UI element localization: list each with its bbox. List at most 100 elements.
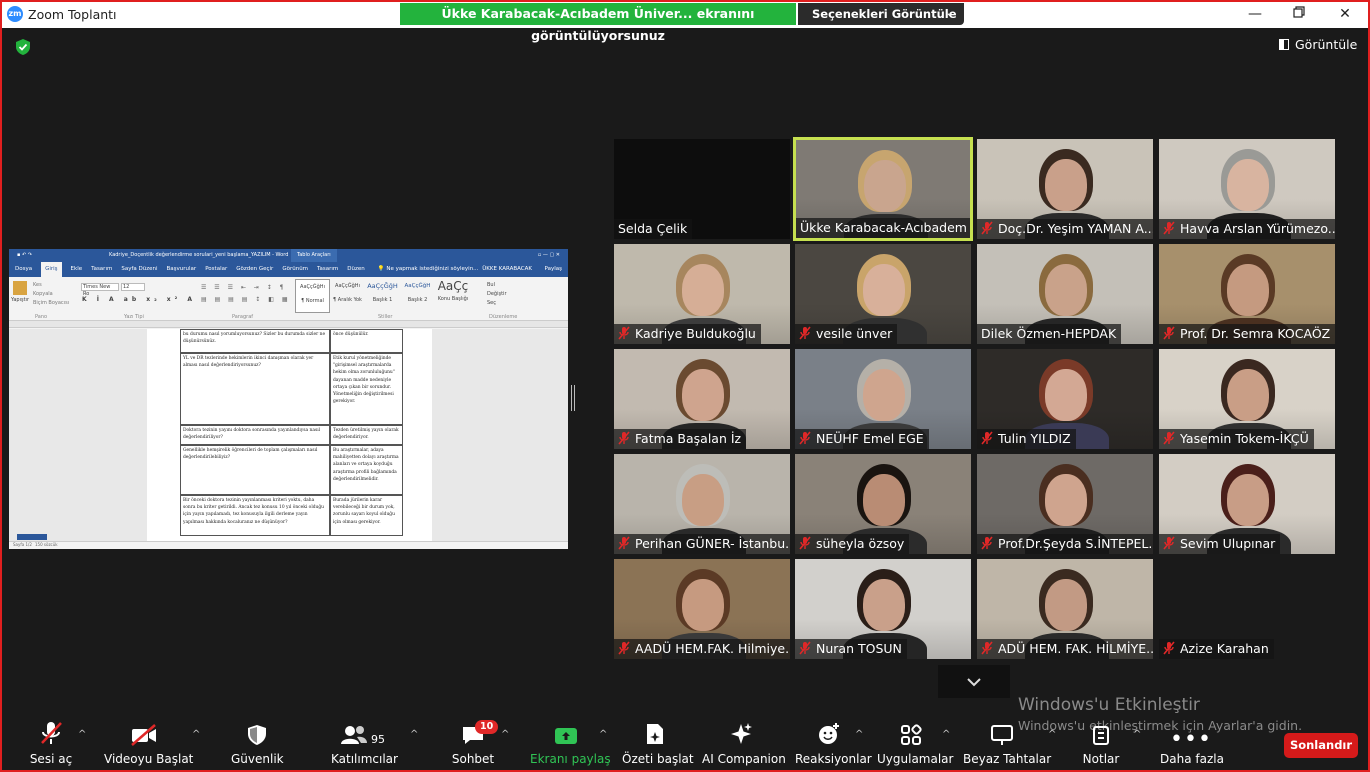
reactions-options-caret[interactable]: ^ [855,729,863,740]
font-size-select[interactable]: 12 [121,283,145,291]
participant-tile[interactable]: Doç.Dr. Yeşim YAMAN A... [977,139,1153,239]
more-button[interactable]: ••• Daha fazla [1160,718,1224,767]
view-options-dropdown[interactable]: Seçenekleri Görüntüle ⌄ [798,3,964,25]
tab-gorunum[interactable]: Görünüm [282,262,308,277]
tell-me-box[interactable]: 💡 Ne yapmak istediğinizi söyleyin... [378,262,479,277]
word-ruler [9,321,568,328]
whiteboards-options-caret[interactable]: ^ [1048,729,1056,740]
participants-button[interactable]: 95 Katılımcılar [331,718,398,766]
participant-tile[interactable]: Ükke Karabacak-Acıbadem ... [793,137,973,241]
chat-options-caret[interactable]: ^ [501,729,509,740]
participant-tile[interactable]: Prof. Dr. Semra KOCAÖZ [1159,244,1335,344]
paragraph-buttons[interactable]: ☰ ☰ ☰ ⇤ ⇥ ↕ ¶ [201,284,286,291]
encryption-shield-icon[interactable] [15,38,31,56]
whiteboards-button[interactable]: Beyaz Tahtalar [963,718,1051,766]
participants-options-caret[interactable]: ^ [410,729,418,740]
participant-tile[interactable]: Kadriye Buldukoğlu [614,244,790,344]
tab-giris[interactable]: Giriş [41,262,62,277]
muted-microphone-icon [618,326,630,340]
security-button[interactable]: Güvenlik [231,718,284,766]
participant-tile[interactable]: vesile ünver [795,244,971,344]
participant-name: Havva Arslan Yürümezo... [1180,221,1335,236]
word-document-area[interactable]: bu durumu nasıl yorumluyorsunuz? Sizler … [9,329,568,541]
apps-button[interactable]: Uygulamalar [877,718,953,766]
share-screen-button[interactable]: Ekranı paylaş [530,718,611,766]
participant-tile[interactable]: Selda Çelik [614,139,790,239]
styles-gallery[interactable]: AaÇçĞğHı ¶ Normal AaÇçĞğHı ¶ Aralık Yok Aa… [295,279,471,313]
shared-screen[interactable]: ▪ ↶ ↷ Kadriye_Doçentlik değerlendirme so… [9,249,568,549]
alignment-buttons[interactable]: ▤ ▤ ▤ ▤ ↕ ◧ ▦ [201,296,290,303]
font-name-select[interactable]: Times New Ro [81,283,119,297]
paste-icon[interactable] [13,281,27,295]
participant-video-face [1045,369,1087,421]
participant-name: Perihan GÜNER- İstanbu... [635,536,790,551]
maximize-button[interactable] [1289,5,1309,23]
table-cell: Bu araştırmalar, adaya mahiliyetten dola… [330,445,403,495]
share-screen-icon [555,728,577,744]
table-cell: Doktora tezinin yayını doktora sonrasınd… [180,425,330,445]
participant-name-tag: Yasemin Tokem-İKÇÜ [1159,429,1314,449]
participant-tile[interactable]: AADÜ HEM.FAK. Hilmiye... [614,559,790,659]
video-options-caret[interactable]: ^ [192,729,200,740]
start-video-button[interactable]: Videoyu Başlat [104,718,193,766]
apps-options-caret[interactable]: ^ [942,729,950,740]
close-button[interactable]: ✕ [1335,5,1355,23]
tab-tasarim[interactable]: Tasarım [91,262,112,277]
participant-tile[interactable]: süheyla özsoy [795,454,971,554]
participant-video-face [682,264,724,316]
participant-tile[interactable]: ADÜ HEM. FAK. HİLMİYE... [977,559,1153,659]
notes-options-caret[interactable]: ^ [1133,729,1141,740]
word-page: bu durumu nasıl yorumluyorsunuz? Sizler … [147,329,432,541]
end-meeting-button[interactable]: Sonlandır [1284,733,1358,758]
participant-video-face [1227,159,1269,211]
collapse-gallery-button[interactable] [938,665,1010,698]
word-window-title: Kadriye_Doçentlik değerlendirme sorulari… [109,252,289,258]
style-title[interactable]: AaÇç Konu Başlığı [435,279,471,313]
style-no-spacing[interactable]: AaÇçĞğHı ¶ Aralık Yok [330,279,365,313]
split-view-handle[interactable] [571,385,575,411]
unmute-button[interactable]: Sesi aç [29,718,73,766]
participant-tile[interactable]: Prof.Dr.Şeyda S.İNTEPEL... [977,454,1153,554]
chevron-down-icon [967,678,981,687]
participant-name: Yasemin Tokem-İKÇÜ [1180,431,1309,446]
tab-duzen[interactable]: Düzen [347,262,364,277]
participant-tile[interactable]: Perihan GÜNER- İstanbu... [614,454,790,554]
start-summary-button[interactable]: Özeti başlat [622,718,694,766]
participant-tile[interactable]: Tulin YILDIZ [977,349,1153,449]
audio-options-caret[interactable]: ^ [78,729,86,740]
reactions-button[interactable]: Reaksiyonlar [795,718,872,766]
tab-sayfa-duzeni[interactable]: Sayfa Düzeni [121,262,157,277]
minimize-button[interactable]: — [1245,5,1265,23]
participant-tile[interactable]: NEÜHF Emel EGE [795,349,971,449]
participant-tile[interactable]: Havva Arslan Yürümezo... [1159,139,1335,239]
participant-video-face [863,264,905,316]
participant-tile[interactable]: Nuran TOSUN [795,559,971,659]
font-format-buttons[interactable]: K İ A ab x₂ x² A [82,296,196,303]
notes-button[interactable]: Notlar [1080,718,1122,766]
tab-gozden-gecir[interactable]: Gözden Geçir [236,262,273,277]
participant-tile[interactable]: Fatma Başalan İz [614,349,790,449]
tab-basvurular[interactable]: Başvurular [167,262,197,277]
start-summary-label: Özeti başlat [622,752,694,766]
ai-companion-button[interactable]: AI Companion [702,718,786,766]
muted-microphone-icon [1163,326,1175,340]
tab-tasarim-2[interactable]: Tasarım [317,262,338,277]
style-normal[interactable]: AaÇçĞğHı ¶ Normal [295,279,330,313]
participant-tile[interactable]: Sevim Ulupınar [1159,454,1335,554]
editing-group[interactable]: Bul Değiştir Seç [487,281,507,308]
participant-tile[interactable]: Dilek Özmen-HEPDAK [977,244,1153,344]
view-button[interactable]: Görüntüle [1279,37,1357,52]
word-share[interactable]: Paylaş [545,262,562,277]
tab-postalar[interactable]: Postalar [205,262,227,277]
chat-button[interactable]: 10 Sohbet [451,718,499,766]
word-user: ÜKKE KARABACAK [482,266,532,272]
tab-ekle[interactable]: Ekle [71,262,83,277]
tab-dosya[interactable]: Dosya [15,262,32,277]
participant-tile[interactable]: Azize Karahan [1159,559,1335,659]
style-heading-2[interactable]: AaÇçĞğH Başlık 2 [400,279,435,313]
style-heading-1[interactable]: AaÇçĞğH Başlık 1 [365,279,400,313]
notes-label: Notlar [1082,752,1120,766]
share-options-caret[interactable]: ^ [599,729,607,740]
participant-name-tag: ADÜ HEM. FAK. HİLMİYE... [977,639,1153,659]
participant-tile[interactable]: Yasemin Tokem-İKÇÜ [1159,349,1335,449]
